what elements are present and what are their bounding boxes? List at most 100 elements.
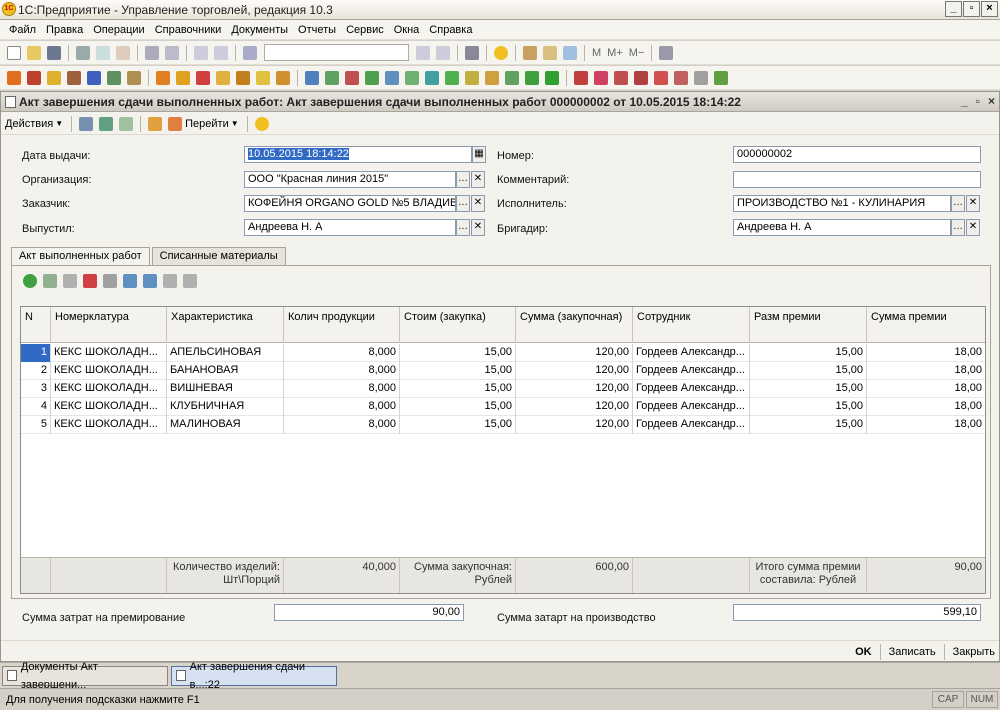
find-next-icon[interactable] [416,45,430,60]
characteristic-cell[interactable]: БАНАНОВАЯ [167,362,284,380]
quantity-cell[interactable]: 8,000 [284,344,400,362]
characteristic-cell[interactable]: КЛУБНИЧНАЯ [167,398,284,416]
open-icon[interactable] [27,45,41,60]
menu-file[interactable]: Файл [4,24,41,36]
users-icon[interactable] [563,45,577,60]
menu-service[interactable]: Сервис [341,24,389,36]
clear-icon[interactable]: ✕ [471,195,485,212]
select-button[interactable]: … [456,171,470,188]
doc-close-button[interactable]: × [988,94,995,108]
price-cell[interactable]: 15,00 [400,362,516,380]
catalog4-icon[interactable] [67,70,81,85]
restore-button[interactable]: ▫ [963,1,980,17]
doc21-icon[interactable] [574,70,588,85]
select-button[interactable]: … [456,219,470,236]
copy-doc-icon[interactable] [119,116,134,131]
doc12-icon[interactable] [385,70,399,85]
doc7-icon[interactable] [276,70,290,85]
employee-cell[interactable]: Гордеев Александр... [633,380,750,398]
goto-menu[interactable]: Перейти [185,118,229,130]
quantity-cell[interactable]: 8,000 [284,380,400,398]
doc19-icon[interactable] [525,70,539,85]
move-down-icon[interactable] [143,274,157,288]
doc1-icon[interactable] [156,70,170,85]
price-cell[interactable]: 15,00 [400,380,516,398]
sum-cell[interactable]: 120,00 [516,398,633,416]
delete-row-icon[interactable] [83,274,97,288]
column-header[interactable]: Сотрудник [633,307,750,343]
price-cell[interactable]: 15,00 [400,416,516,434]
structure-icon[interactable] [148,116,163,131]
move-up-icon[interactable] [123,274,137,288]
calculator-icon[interactable] [523,45,537,60]
memory-button[interactable]: M [592,47,601,59]
close-document-button[interactable]: Закрыть [953,646,995,658]
doc28-icon[interactable] [714,70,728,85]
bonus-rate-cell[interactable]: 15,00 [750,362,867,380]
quantity-cell[interactable]: 8,000 [284,398,400,416]
issued-by-field[interactable]: Андреева Н. А [244,219,456,236]
memory-subtract-button[interactable]: M− [629,47,645,59]
actions-menu[interactable]: Действия [5,118,53,130]
bonus-sum-cell[interactable]: 18,00 [867,344,985,362]
doc24-icon[interactable] [634,70,648,85]
bonus-sum-cell[interactable]: 18,00 [867,362,985,380]
nomenclature-cell[interactable]: КЕКС ШОКОЛАДН... [51,398,167,416]
windows-icon[interactable] [465,45,479,60]
doc5-icon[interactable] [236,70,250,85]
select-button[interactable]: … [456,195,470,212]
sort-asc-icon[interactable] [163,274,177,288]
sum-cell[interactable]: 120,00 [516,380,633,398]
add-row-icon[interactable] [23,274,37,288]
undo-icon[interactable] [194,45,208,60]
nomenclature-cell[interactable]: КЕКС ШОКОЛАДН... [51,362,167,380]
copy-icon[interactable] [96,45,110,60]
quantity-cell[interactable]: 8,000 [284,416,400,434]
bonus-rate-cell[interactable]: 15,00 [750,398,867,416]
find-prev-icon[interactable] [436,45,450,60]
bonus-rate-cell[interactable]: 15,00 [750,344,867,362]
redo-icon[interactable] [214,45,228,60]
calendar-icon[interactable] [543,45,557,60]
nomenclature-cell[interactable]: КЕКС ШОКОЛАДН... [51,380,167,398]
clear-icon[interactable]: ✕ [966,219,980,236]
select-button[interactable]: … [951,195,965,212]
column-header[interactable]: N [21,307,51,343]
task-documents-list[interactable]: Документы Акт завершени... [2,661,168,691]
sort-desc-icon[interactable] [183,274,197,288]
menu-help[interactable]: Справка [424,24,477,36]
doc16-icon[interactable] [465,70,479,85]
refresh-icon[interactable] [99,116,114,131]
sum-cell[interactable]: 120,00 [516,416,633,434]
table-row[interactable]: 2 КЕКС ШОКОЛАДН... БАНАНОВАЯ 8,000 15,00… [21,362,985,380]
employee-cell[interactable]: Гордеев Александр... [633,344,750,362]
paste-icon[interactable] [116,45,130,60]
employee-cell[interactable]: Гордеев Александр... [633,416,750,434]
menu-catalogs[interactable]: Справочники [150,24,227,36]
table-row[interactable]: 4 КЕКС ШОКОЛАДН... КЛУБНИЧНАЯ 8,000 15,0… [21,398,985,416]
clear-icon[interactable]: ✕ [471,219,485,236]
doc9-icon[interactable] [325,70,339,85]
persons-icon[interactable] [87,70,101,85]
doc26-icon[interactable] [674,70,688,85]
doc18-icon[interactable] [505,70,519,85]
doc3-icon[interactable] [196,70,210,85]
menu-windows[interactable]: Окна [389,24,425,36]
price-cell[interactable]: 15,00 [400,398,516,416]
doc27-icon[interactable] [694,70,708,85]
post-icon[interactable] [79,116,94,131]
doc2-icon[interactable] [176,70,190,85]
search-icon[interactable] [243,45,257,60]
calendar-icon[interactable]: ▦ [472,146,486,163]
price-cell[interactable]: 15,00 [400,344,516,362]
close-button[interactable]: × [981,1,998,17]
doc8-icon[interactable] [305,70,319,85]
table-row[interactable]: 5 КЕКС ШОКОЛАДН... МАЛИНОВАЯ 8,000 15,00… [21,416,985,434]
characteristic-cell[interactable]: АПЕЛЬСИНОВАЯ [167,344,284,362]
bonus-sum-cell[interactable]: 18,00 [867,416,985,434]
bonus-cost-field[interactable]: 90,00 [274,604,464,621]
doc-minimize-button[interactable]: _ [961,94,968,108]
minimize-button[interactable]: _ [945,1,962,17]
copy-row-icon[interactable] [43,274,57,288]
chevron-down-icon[interactable]: ▼ [55,119,63,128]
